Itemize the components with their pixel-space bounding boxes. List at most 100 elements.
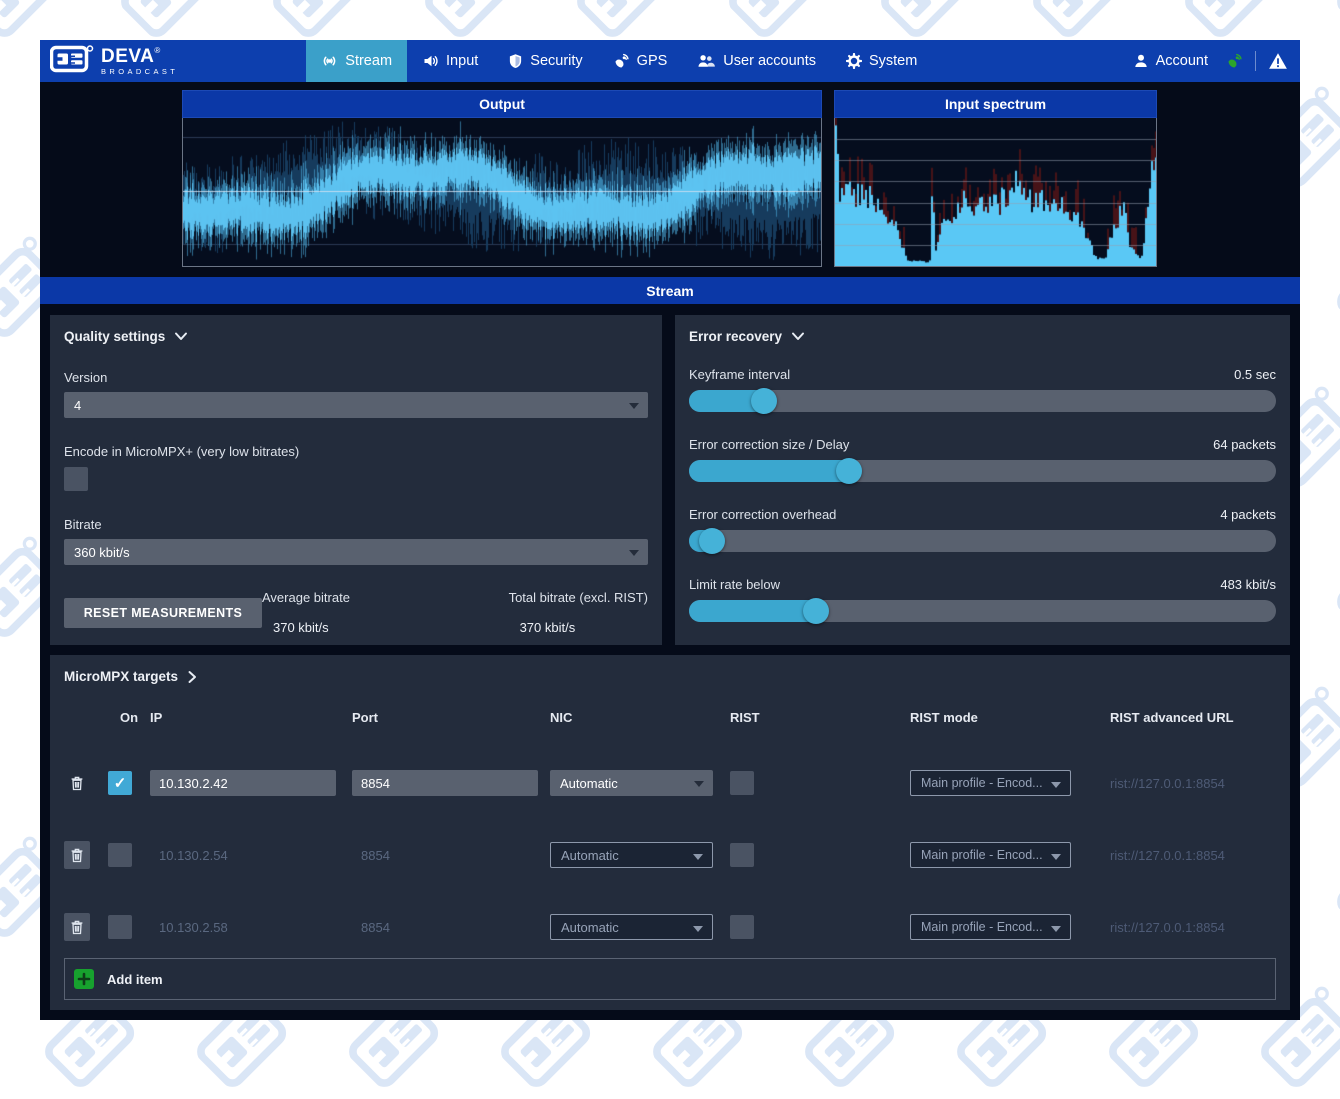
- slider-handle[interactable]: [836, 458, 862, 484]
- slider-fill: [689, 460, 855, 482]
- average-bitrate-label: Average bitrate: [262, 590, 509, 605]
- on-checkbox[interactable]: [108, 843, 132, 867]
- rist-mode-select: Main profile - Encod...: [910, 770, 1071, 796]
- error-recovery-sliders: Keyframe interval0.5 sec Error correctio…: [689, 367, 1276, 622]
- slider-track[interactable]: [689, 460, 1276, 482]
- output-scope: Output: [182, 90, 822, 267]
- tab-security[interactable]: Security: [493, 40, 597, 82]
- input-spectrum-canvas: [835, 118, 1156, 266]
- brand-reg: ®: [154, 46, 160, 55]
- col-ip: IP: [150, 710, 352, 725]
- bitrate-select[interactable]: 360 kbit/s: [64, 539, 648, 565]
- deva-watermark-logo: [1329, 530, 1340, 648]
- port-input[interactable]: [352, 770, 538, 796]
- targets-rows: ✓ Automatic Main profile - Encod... rist…: [64, 769, 1276, 941]
- col-on: On: [108, 710, 150, 725]
- tab-system[interactable]: System: [831, 40, 932, 82]
- users-icon: [697, 53, 716, 69]
- col-rist: RIST: [730, 710, 910, 725]
- col-port: Port: [352, 710, 550, 725]
- on-checkbox[interactable]: [108, 915, 132, 939]
- slider-value: 4 packets: [1220, 507, 1276, 522]
- error-recovery-title: Error recovery: [689, 329, 782, 344]
- col-rist-mode: RIST mode: [910, 710, 1110, 725]
- rist-checkbox: [730, 843, 754, 867]
- connection-status-icon[interactable]: [1226, 53, 1243, 69]
- tab-user-accounts[interactable]: User accounts: [682, 40, 831, 82]
- warning-triangle-icon[interactable]: [1268, 52, 1288, 70]
- slider-track[interactable]: [689, 530, 1276, 552]
- add-item-label: Add item: [107, 972, 163, 987]
- target-row-1: ✓ Automatic Main profile - Encod... rist…: [64, 769, 1276, 797]
- satellite-icon: [613, 53, 630, 69]
- on-checkbox[interactable]: ✓: [108, 771, 132, 795]
- slider-handle[interactable]: [751, 388, 777, 414]
- slider-row-2: Error correction overhead4 packets: [689, 507, 1276, 552]
- slider-value: 483 kbit/s: [1220, 577, 1276, 592]
- ip-input: [150, 842, 336, 868]
- nav-tabs: StreamInputSecurityGPSUser accountsSyste…: [306, 40, 932, 82]
- total-bitrate-value: 370 kbit/s: [509, 620, 648, 635]
- navbar: DEVA® BROADCAST StreamInputSecurityGPSUs…: [40, 40, 1300, 82]
- select-arrow-icon: [1051, 854, 1061, 860]
- version-select[interactable]: 4: [64, 392, 648, 418]
- slider-label: Keyframe interval: [689, 367, 790, 382]
- rist-mode-select: Main profile - Encod...: [910, 842, 1071, 868]
- rist-advanced-url: rist://127.0.0.1:8854: [1110, 776, 1276, 791]
- chevron-down-icon: [174, 331, 188, 342]
- quality-settings-panel: Quality settings Version 4 Encode in Mic…: [50, 315, 662, 645]
- delete-row-button[interactable]: [64, 913, 90, 941]
- nav-separator: [1255, 51, 1256, 71]
- rist-checkbox[interactable]: [730, 771, 754, 795]
- account-label: Account: [1156, 53, 1208, 69]
- nic-select[interactable]: Automatic: [550, 770, 713, 796]
- slider-value: 64 packets: [1213, 437, 1276, 452]
- tab-gps[interactable]: GPS: [598, 40, 683, 82]
- target-row-3: Automatic Main profile - Encod... rist:/…: [64, 913, 1276, 941]
- select-arrow-icon: [629, 403, 639, 409]
- encode-label: Encode in MicroMPX+ (very low bitrates): [64, 444, 648, 459]
- delete-row-button[interactable]: [64, 841, 90, 869]
- gear-icon: [846, 53, 862, 69]
- rist-mode-select: Main profile - Encod...: [910, 914, 1071, 940]
- slider-label: Limit rate below: [689, 577, 780, 592]
- input-spectrum-scope: Input spectrum: [834, 90, 1157, 267]
- account-button[interactable]: Account: [1133, 53, 1208, 69]
- slider-row-3: Limit rate below 483 kbit/s: [689, 577, 1276, 622]
- error-recovery-panel: Error recovery Keyframe interval0.5 sec …: [675, 315, 1290, 645]
- quality-settings-title: Quality settings: [64, 329, 165, 344]
- account-person-icon: [1133, 53, 1149, 69]
- ip-input: [150, 914, 336, 940]
- micrompx-targets-header[interactable]: MicroMPX targets: [64, 669, 1276, 684]
- nic-select: Automatic: [550, 914, 713, 940]
- brand-logo: DEVA® BROADCAST: [40, 40, 188, 82]
- tab-input[interactable]: Input: [407, 40, 493, 82]
- slider-track[interactable]: [689, 600, 1276, 622]
- target-row-2: Automatic Main profile - Encod... rist:/…: [64, 841, 1276, 869]
- quality-settings-header[interactable]: Quality settings: [64, 329, 648, 344]
- tab-stream[interactable]: Stream: [306, 40, 407, 82]
- select-arrow-icon: [629, 550, 639, 556]
- micrompx-targets-title: MicroMPX targets: [64, 669, 178, 684]
- add-item-button[interactable]: Add item: [64, 958, 1276, 1000]
- output-waveform-canvas: [183, 118, 821, 266]
- encode-checkbox[interactable]: [64, 467, 88, 491]
- error-recovery-header[interactable]: Error recovery: [689, 329, 1276, 344]
- rist-advanced-url: rist://127.0.0.1:8854: [1110, 848, 1276, 863]
- broadcast-icon: [321, 53, 338, 69]
- ip-input[interactable]: [150, 770, 336, 796]
- select-arrow-icon: [693, 926, 703, 932]
- reset-measurements-button[interactable]: RESET MEASUREMENTS: [64, 598, 262, 628]
- delete-row-button[interactable]: [64, 769, 90, 797]
- slider-handle[interactable]: [803, 598, 829, 624]
- slider-handle[interactable]: [699, 528, 725, 554]
- select-arrow-icon: [1051, 782, 1061, 788]
- average-bitrate-value: 370 kbit/s: [262, 620, 509, 635]
- chevron-right-icon: [187, 670, 198, 684]
- app-window: DEVA® BROADCAST StreamInputSecurityGPSUs…: [40, 40, 1300, 1020]
- slider-track[interactable]: [689, 390, 1276, 412]
- chevron-down-icon: [791, 331, 805, 342]
- select-arrow-icon: [694, 781, 704, 787]
- slider-label: Error correction size / Delay: [689, 437, 849, 452]
- speaker-icon: [422, 53, 439, 69]
